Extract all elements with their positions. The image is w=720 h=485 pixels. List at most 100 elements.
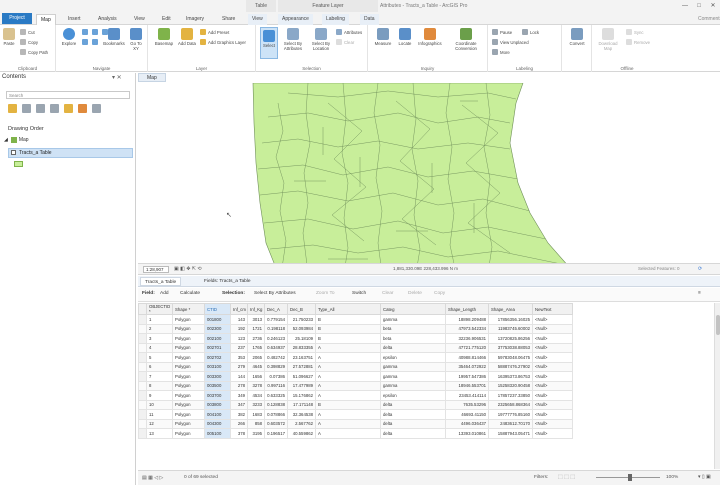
table-cell[interactable]: gamma	[380, 380, 446, 391]
table-cell[interactable]: 0.07386	[264, 371, 288, 382]
table-cell[interactable]: 0.482742	[264, 352, 288, 363]
map-view-tab[interactable]: Map	[138, 73, 166, 82]
table-row[interactable]: 2 Polygon 002300 192 1721 0.198118 52.093984 Bb…	[138, 323, 573, 334]
cut-button[interactable]: Cut	[20, 29, 35, 35]
table-cell[interactable]: 6	[146, 361, 173, 372]
table-cell[interactable]: 002100	[204, 333, 231, 344]
table-cell[interactable]: 17857237.33850	[488, 390, 533, 401]
clear-table-selection-button[interactable]: Clear	[382, 291, 393, 296]
table-cell[interactable]: 4534	[247, 390, 265, 401]
table-cell[interactable]: 37753038.88053	[488, 342, 533, 353]
table-row[interactable]: 13 Polygon 005100 378 3195 0.196517 40.559862 A…	[138, 428, 573, 439]
tab-project[interactable]: Project	[2, 13, 32, 24]
table-cell[interactable]: 35464.072922	[445, 361, 489, 372]
tab-data[interactable]: Data	[360, 14, 379, 25]
map-tree-item[interactable]: ◢ Map	[4, 137, 29, 143]
table-row[interactable]: 6 Polygon 003100 279 4645 0.398829 27.572881 Ag…	[138, 361, 573, 372]
clear-selection-button[interactable]: Clear	[336, 39, 354, 45]
table-cell[interactable]: Polygon	[172, 418, 205, 429]
row-selector[interactable]	[138, 418, 147, 429]
table-cell[interactable]: Polygon	[172, 390, 205, 401]
table-cell[interactable]: 1683	[247, 409, 265, 420]
table-cell[interactable]: A	[315, 390, 381, 401]
labeling-more-button[interactable]: More	[492, 49, 510, 55]
column-header[interactable]: OBJECTID *	[146, 303, 173, 315]
table-cell[interactable]: 1	[146, 314, 173, 325]
table-cell[interactable]: A	[315, 342, 381, 353]
table-cell[interactable]: B	[315, 314, 381, 325]
pause-labeling-button[interactable]: Pause	[492, 29, 512, 35]
table-cell[interactable]: 4645	[247, 361, 265, 372]
column-header[interactable]: Shape_Area	[488, 303, 533, 315]
table-row[interactable]: 4 Polygon 002701 237 1765 0.634937 28.833355 Ad…	[138, 342, 573, 353]
labeling-list-icon[interactable]	[78, 104, 87, 113]
table-cell[interactable]: 3	[146, 333, 173, 344]
table-cell[interactable]: Polygon	[172, 323, 205, 334]
column-header[interactable]: Type_All	[315, 303, 381, 315]
attribute-grid[interactable]: OBJECTID * Shape * CTID Inf_cm Inf_Kg Dec_A De…	[138, 303, 573, 439]
table-cell[interactable]: 52.093984	[287, 323, 316, 334]
table-cell[interactable]: 12	[146, 418, 173, 429]
lock-labels-button[interactable]: Lock	[522, 29, 539, 35]
table-cell[interactable]: 11983745.60002	[488, 323, 533, 334]
row-selector[interactable]	[138, 399, 147, 410]
table-cell[interactable]: 27.572881	[287, 361, 316, 372]
table-cell[interactable]: 0.196517	[264, 428, 288, 439]
table-cell[interactable]: A	[315, 361, 381, 372]
column-header[interactable]: Categ	[380, 303, 446, 315]
table-view-toggles[interactable]: ▤ ▦ ◁ ▷	[142, 475, 163, 481]
table-cell[interactable]: A	[315, 428, 381, 439]
table-cell[interactable]: <Null>	[532, 380, 573, 391]
table-cell[interactable]: 002300	[204, 323, 231, 334]
table-cell[interactable]: <Null>	[532, 314, 573, 325]
table-cell[interactable]: 23.163751	[287, 352, 316, 363]
goto-xy-button[interactable]: Go To XY	[128, 28, 144, 51]
tab-edit[interactable]: Edit	[158, 14, 175, 25]
table-cell[interactable]: A	[315, 418, 381, 429]
tab-table-view[interactable]: View	[248, 14, 267, 25]
row-header-corner[interactable]	[138, 303, 147, 315]
table-cell[interactable]: <Null>	[532, 333, 573, 344]
table-cell[interactable]: 3233	[247, 399, 265, 410]
table-cell[interactable]: 382	[230, 409, 248, 420]
table-cell[interactable]: delta	[380, 342, 446, 353]
table-cell[interactable]: 8	[146, 380, 173, 391]
table-cell[interactable]: 349	[230, 390, 248, 401]
pane-close-icon[interactable]: ▾ ✕	[112, 74, 122, 81]
copy-path-button[interactable]: Copy Path	[20, 49, 48, 55]
tab-view[interactable]: View	[130, 14, 149, 25]
table-cell[interactable]: <Null>	[532, 352, 573, 363]
column-header[interactable]: Shape *	[172, 303, 205, 315]
row-selector[interactable]	[138, 342, 147, 353]
table-cell[interactable]: 13720825.86256	[488, 333, 533, 344]
table-cell[interactable]: 347	[230, 399, 248, 410]
census-tracts-layer[interactable]	[252, 83, 575, 273]
table-cell[interactable]: 7	[146, 371, 173, 382]
table-cell[interactable]: 47721.775120	[445, 342, 489, 353]
table-cell[interactable]: 004100	[204, 409, 231, 420]
table-cell[interactable]: 19957.547386	[445, 371, 489, 382]
table-menu-icon[interactable]: ≡	[698, 291, 701, 296]
table-cell[interactable]: 19777776.85160	[488, 409, 533, 420]
table-row[interactable]: 11 Polygon 004100 382 1683 0.078866 32.364538 A…	[138, 409, 573, 420]
delete-button[interactable]: Delete	[408, 291, 422, 296]
table-cell[interactable]: 17856356.16025	[488, 314, 533, 325]
table-cell[interactable]: 59783048.06475	[488, 352, 533, 363]
maximize-button[interactable]: □	[694, 2, 704, 10]
table-cell[interactable]: delta	[380, 409, 446, 420]
tab-tracts-table[interactable]: Tracts_a Table	[140, 277, 182, 286]
remove-button[interactable]: Remove	[626, 39, 650, 45]
table-cell[interactable]: 3278	[247, 380, 265, 391]
table-row[interactable]: 8 Polygon 003500 278 3278 0.997116 17.477989 Ag…	[138, 380, 573, 391]
column-header[interactable]: CTID	[204, 303, 231, 315]
table-cell[interactable]: 13393.010861	[445, 428, 489, 439]
table-cell[interactable]: 0.198118	[264, 323, 288, 334]
table-cell[interactable]: <Null>	[532, 361, 573, 372]
add-preset-button[interactable]: Add Preset	[200, 29, 229, 35]
table-cell[interactable]: 47973.542334	[445, 323, 489, 334]
table-cell[interactable]: <Null>	[532, 323, 573, 334]
tab-appearance[interactable]: Appearance	[278, 14, 313, 25]
add-graphics-layer-button[interactable]: Add Graphics Layer	[200, 39, 246, 45]
row-selector[interactable]	[138, 361, 147, 372]
table-cell[interactable]: 378	[230, 428, 248, 439]
